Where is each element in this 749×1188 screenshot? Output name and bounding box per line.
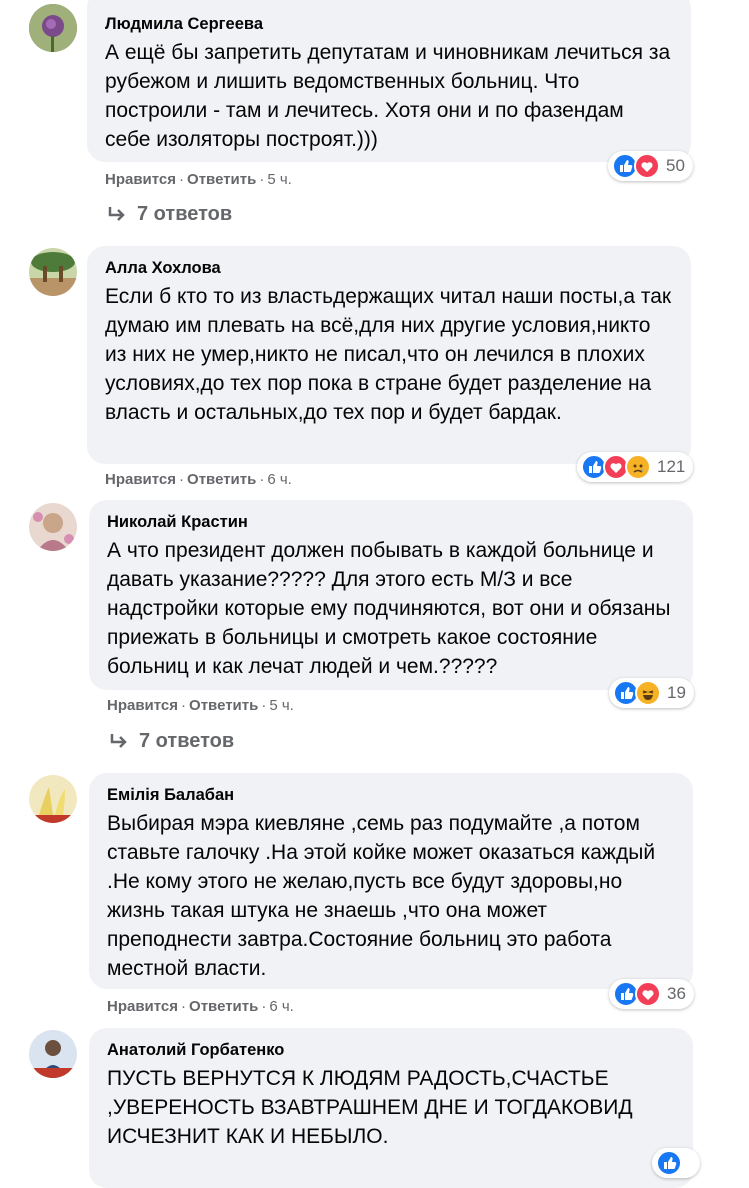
comment-author[interactable]: Людмила Сергеева [105,14,673,34]
comment-bubble: Алла Хохлова Если б кто то из властьдерж… [87,246,691,464]
like-icon [656,1150,682,1176]
reply-button[interactable]: Ответить [187,171,256,188]
comment-time[interactable]: 5 ч. [269,697,294,714]
comment-author[interactable]: Николай Крастин [107,512,675,532]
reaction-summary[interactable]: 19 [609,678,694,708]
reaction-summary[interactable]: 50 [608,151,693,181]
reaction-count: 19 [667,683,686,702]
comment-bubble: Николай Крастин А что президент должен п… [89,500,693,690]
reply-arrow-icon [108,206,125,221]
replies-count[interactable]: 7 ответов [139,730,234,753]
like-button[interactable]: Нравится [105,171,176,188]
comment-bubble: Анатолий Горбатенко ПУСТЬ ВЕРНУТСЯ К ЛЮД… [89,1028,693,1188]
comment-author[interactable]: Алла Хохлова [105,258,673,278]
comment-bubble: Людмила Сергеева А ещё бы запретить депу… [87,0,691,162]
like-button[interactable]: Нравится [107,998,178,1015]
reply-button[interactable]: Ответить [189,998,258,1015]
reaction-count: 50 [666,156,685,175]
replies-count[interactable]: 7 ответов [137,203,232,226]
sad-icon [625,454,651,480]
reaction-summary[interactable]: 36 [609,979,694,1009]
reply-button[interactable]: Ответить [187,471,256,488]
comment-time[interactable]: 6 ч. [269,998,294,1015]
comment-actions: Нравится · Ответить · 5 ч. [107,697,294,714]
avatar[interactable] [29,248,77,296]
avatar[interactable] [29,503,77,551]
love-icon [634,153,660,179]
love-icon [635,981,661,1007]
comment-bubble: Емілія Балабан Выбирая мэра киевляне ,се… [89,773,693,989]
comment-time[interactable]: 6 ч. [267,471,292,488]
reaction-summary[interactable] [652,1148,700,1178]
view-replies-link[interactable]: 7 ответов [109,730,234,753]
reply-arrow-icon [110,733,127,748]
comment-text: Выбирая мэра киевляне ,семь раз подумайт… [107,812,656,980]
avatar[interactable] [29,1030,77,1078]
view-replies-link[interactable]: 7 ответов [107,203,232,226]
like-button[interactable]: Нравится [105,471,176,488]
comment-text: А что президент должен побывать в каждой… [107,539,671,678]
reply-button[interactable]: Ответить [189,697,258,714]
reaction-summary[interactable]: 121 [577,452,694,482]
comment-author[interactable]: Анатолий Горбатенко [107,1040,675,1060]
comment-author[interactable]: Емілія Балабан [107,785,675,805]
haha-icon [635,680,661,706]
comment-actions: Нравится · Ответить · 6 ч. [105,471,292,488]
like-button[interactable]: Нравится [107,697,178,714]
comment-text: А ещё бы запретить депутатам и чиновника… [105,41,671,151]
avatar[interactable] [29,775,77,823]
comment-time[interactable]: 5 ч. [267,171,292,188]
comment-text: ПУСТЬ ВЕРНУТСЯ К ЛЮДЯМ РАДОСТЬ,СЧАСТЬЕ ,… [107,1067,633,1148]
comment-text: Если б кто то из властьдержащих читал на… [105,285,672,424]
reaction-count: 36 [667,984,686,1003]
comment-actions: Нравится · Ответить · 6 ч. [107,998,294,1015]
comment-actions: Нравится · Ответить · 5 ч. [105,171,292,188]
reaction-count: 121 [657,457,686,476]
avatar[interactable] [29,4,77,52]
